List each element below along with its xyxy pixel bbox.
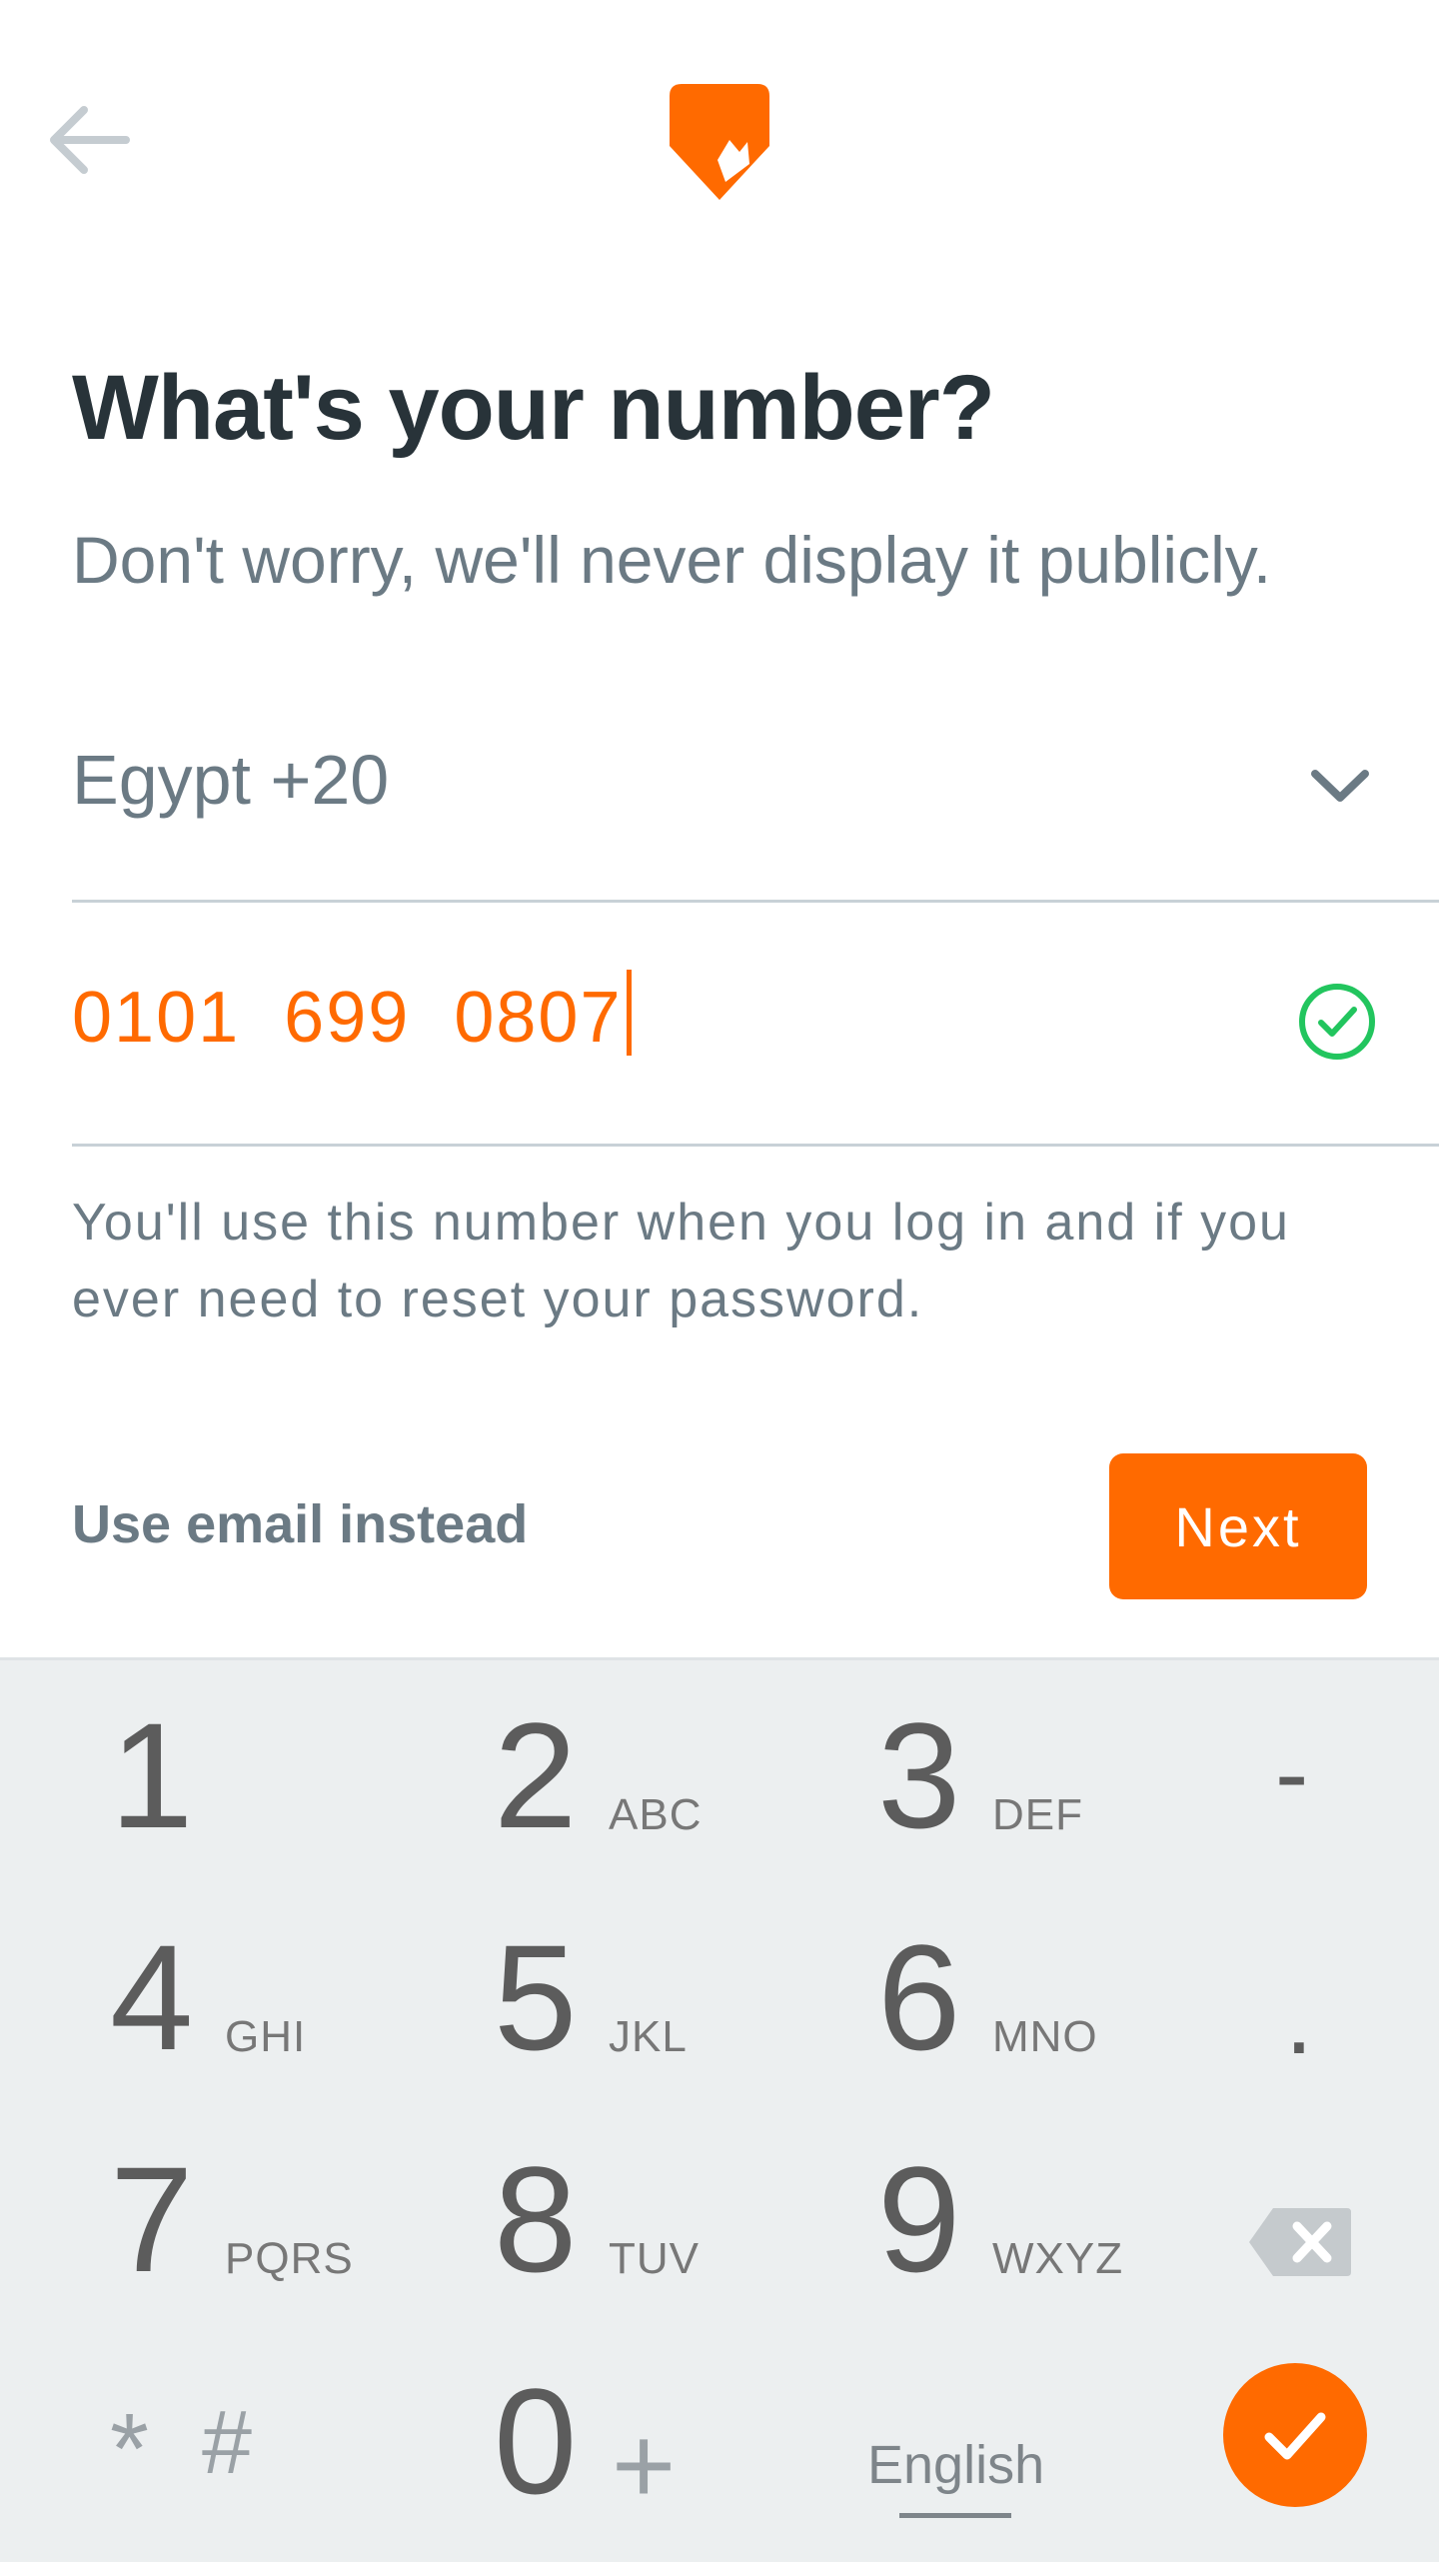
chevron-down-icon <box>1311 770 1369 802</box>
key-digit: 0 <box>494 2357 578 2525</box>
key-2[interactable]: 2 ABC <box>494 1700 823 1910</box>
key-star-hash[interactable]: * # <box>110 2366 310 2576</box>
key-letters: MNO <box>992 2012 1098 2061</box>
key-8[interactable]: 8 TUV <box>494 2144 823 2354</box>
key-digit: 7 <box>110 2135 194 2303</box>
key-dash[interactable]: - <box>1229 1700 1379 1910</box>
check-icon <box>1264 2412 1326 2460</box>
page-title: What's your number? <box>72 357 995 459</box>
key-digit: 4 <box>110 1913 194 2081</box>
key-letters: GHI <box>225 2012 307 2061</box>
key-letters: TUV <box>609 2234 700 2283</box>
key-digit: 6 <box>877 1913 961 2081</box>
backspace-key[interactable] <box>1229 2144 1379 2354</box>
use-email-link[interactable]: Use email instead <box>72 1493 528 1555</box>
key-letters: PQRS <box>225 2234 354 2283</box>
key-letters: ABC <box>609 1790 703 1839</box>
language-underline <box>899 2513 1011 2518</box>
country-select[interactable]: Egypt +20 <box>72 720 1439 903</box>
key-digit: 2 <box>494 1691 578 1859</box>
key-9[interactable]: 9 WXYZ <box>877 2144 1207 2354</box>
dot-symbol: . <box>1285 1963 1313 2075</box>
key-digit: 8 <box>494 2135 578 2303</box>
key-7[interactable]: 7 PQRS <box>110 2144 440 2354</box>
key-0[interactable]: 0 + <box>494 2366 823 2576</box>
text-caret <box>626 970 632 1056</box>
keypad-done-button[interactable] <box>1223 2363 1367 2507</box>
brand-logo-icon <box>660 78 779 208</box>
key-letters: DEF <box>992 1790 1083 1839</box>
key-digit: 1 <box>110 1691 194 1859</box>
key-digit: 5 <box>494 1913 578 2081</box>
page-subtitle: Don't worry, we'll never display it publ… <box>72 523 1272 597</box>
key-6[interactable]: 6 MNO <box>877 1922 1207 2132</box>
hash-symbol: # <box>202 2393 253 2493</box>
key-3[interactable]: 3 DEF <box>877 1700 1207 1910</box>
country-select-value: Egypt +20 <box>72 741 390 819</box>
dash-symbol: - <box>1275 1717 1309 1829</box>
phone-number-input[interactable]: 0101 699 0807 <box>72 900 1439 1147</box>
back-button[interactable] <box>28 80 148 200</box>
key-letters: JKL <box>609 2012 688 2061</box>
star-symbol: * <box>110 2393 149 2505</box>
key-digit: 3 <box>877 1691 961 1859</box>
arrow-left-icon <box>50 106 130 174</box>
plus-symbol: + <box>612 2404 677 2527</box>
key-5[interactable]: 5 JKL <box>494 1922 823 2132</box>
language-label: English <box>867 2435 1045 2495</box>
key-4[interactable]: 4 GHI <box>110 1922 440 2132</box>
next-button[interactable]: Next <box>1109 1453 1367 1599</box>
phone-number-value: 0101 699 0807 <box>72 970 632 1059</box>
key-1[interactable]: 1 <box>110 1700 440 1910</box>
key-digit: 9 <box>877 2135 961 2303</box>
helper-text: You'll use this number when you log in a… <box>72 1194 1290 1328</box>
language-switch[interactable]: English <box>867 2366 1087 2576</box>
key-dot[interactable]: . <box>1229 1922 1379 2132</box>
check-circle-icon <box>1299 984 1375 1060</box>
backspace-icon <box>1249 2208 1351 2276</box>
key-letters: WXYZ <box>992 2234 1124 2283</box>
